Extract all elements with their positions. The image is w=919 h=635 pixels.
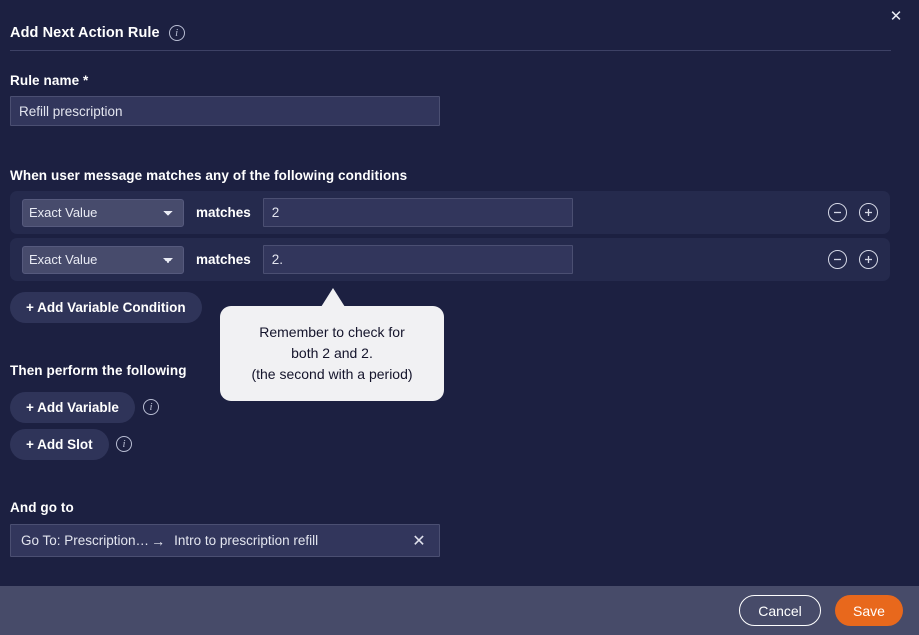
condition-row: Exact Value matches bbox=[10, 191, 890, 234]
actions-label: Then perform the following bbox=[10, 363, 187, 378]
goto-chip[interactable]: Go To: Prescription… → Intro to prescrip… bbox=[10, 524, 440, 557]
close-icon[interactable]: ✕ bbox=[885, 5, 907, 27]
header-divider bbox=[10, 50, 891, 51]
close-icon[interactable]: ✕ bbox=[409, 531, 429, 551]
condition-row-actions bbox=[828, 203, 878, 222]
dialog-header: Add Next Action Rule i bbox=[10, 22, 909, 44]
rule-name-label: Rule name * bbox=[10, 73, 89, 88]
rule-name-input[interactable] bbox=[10, 96, 440, 126]
condition-row: Exact Value matches bbox=[10, 238, 890, 281]
condition-value-input-1[interactable] bbox=[262, 245, 573, 274]
save-button[interactable]: Save bbox=[835, 595, 903, 626]
add-variable-button[interactable]: + Add Variable bbox=[10, 392, 135, 423]
plus-circle-icon[interactable] bbox=[859, 203, 878, 222]
info-icon[interactable]: i bbox=[168, 25, 185, 41]
condition-row-actions bbox=[828, 250, 878, 269]
condition-operator-select-1[interactable]: Exact Value bbox=[22, 245, 184, 274]
condition-matches-label: matches bbox=[196, 205, 251, 220]
condition-operator-select-0[interactable]: Exact Value bbox=[22, 198, 184, 227]
callout-line: (the second with a period) bbox=[251, 366, 413, 382]
goto-destination-label: Intro to prescription refill bbox=[174, 533, 319, 548]
plus-circle-icon[interactable] bbox=[859, 250, 878, 269]
arrow-right-icon: → bbox=[151, 532, 166, 549]
condition-matches-label: matches bbox=[196, 252, 251, 267]
add-next-action-rule-dialog: Add Next Action Rule i ✕ Rule name * Whe… bbox=[0, 0, 919, 635]
minus-circle-icon[interactable] bbox=[828, 203, 847, 222]
callout-line: both 2 and 2. bbox=[291, 345, 373, 361]
conditions-label: When user message matches any of the fol… bbox=[10, 168, 408, 183]
page-title: Add Next Action Rule bbox=[10, 25, 160, 41]
goto-target-label: Go To: Prescription… bbox=[21, 533, 150, 548]
add-slot-button[interactable]: + Add Slot bbox=[10, 429, 109, 460]
hint-callout: Remember to check for both 2 and 2. (the… bbox=[220, 306, 444, 401]
callout-line: Remember to check for bbox=[259, 324, 405, 340]
cancel-button[interactable]: Cancel bbox=[739, 595, 821, 626]
condition-value-input-0[interactable] bbox=[262, 198, 573, 227]
dialog-footer: Cancel Save bbox=[0, 586, 919, 635]
minus-circle-icon[interactable] bbox=[828, 250, 847, 269]
goto-label: And go to bbox=[10, 500, 74, 515]
dialog-body: Add Next Action Rule i ✕ Rule name * Whe… bbox=[0, 0, 919, 586]
info-icon[interactable]: i bbox=[143, 399, 159, 415]
add-variable-condition-button[interactable]: + Add Variable Condition bbox=[10, 292, 202, 323]
callout-arrow bbox=[321, 288, 345, 307]
info-icon[interactable]: i bbox=[116, 436, 132, 452]
